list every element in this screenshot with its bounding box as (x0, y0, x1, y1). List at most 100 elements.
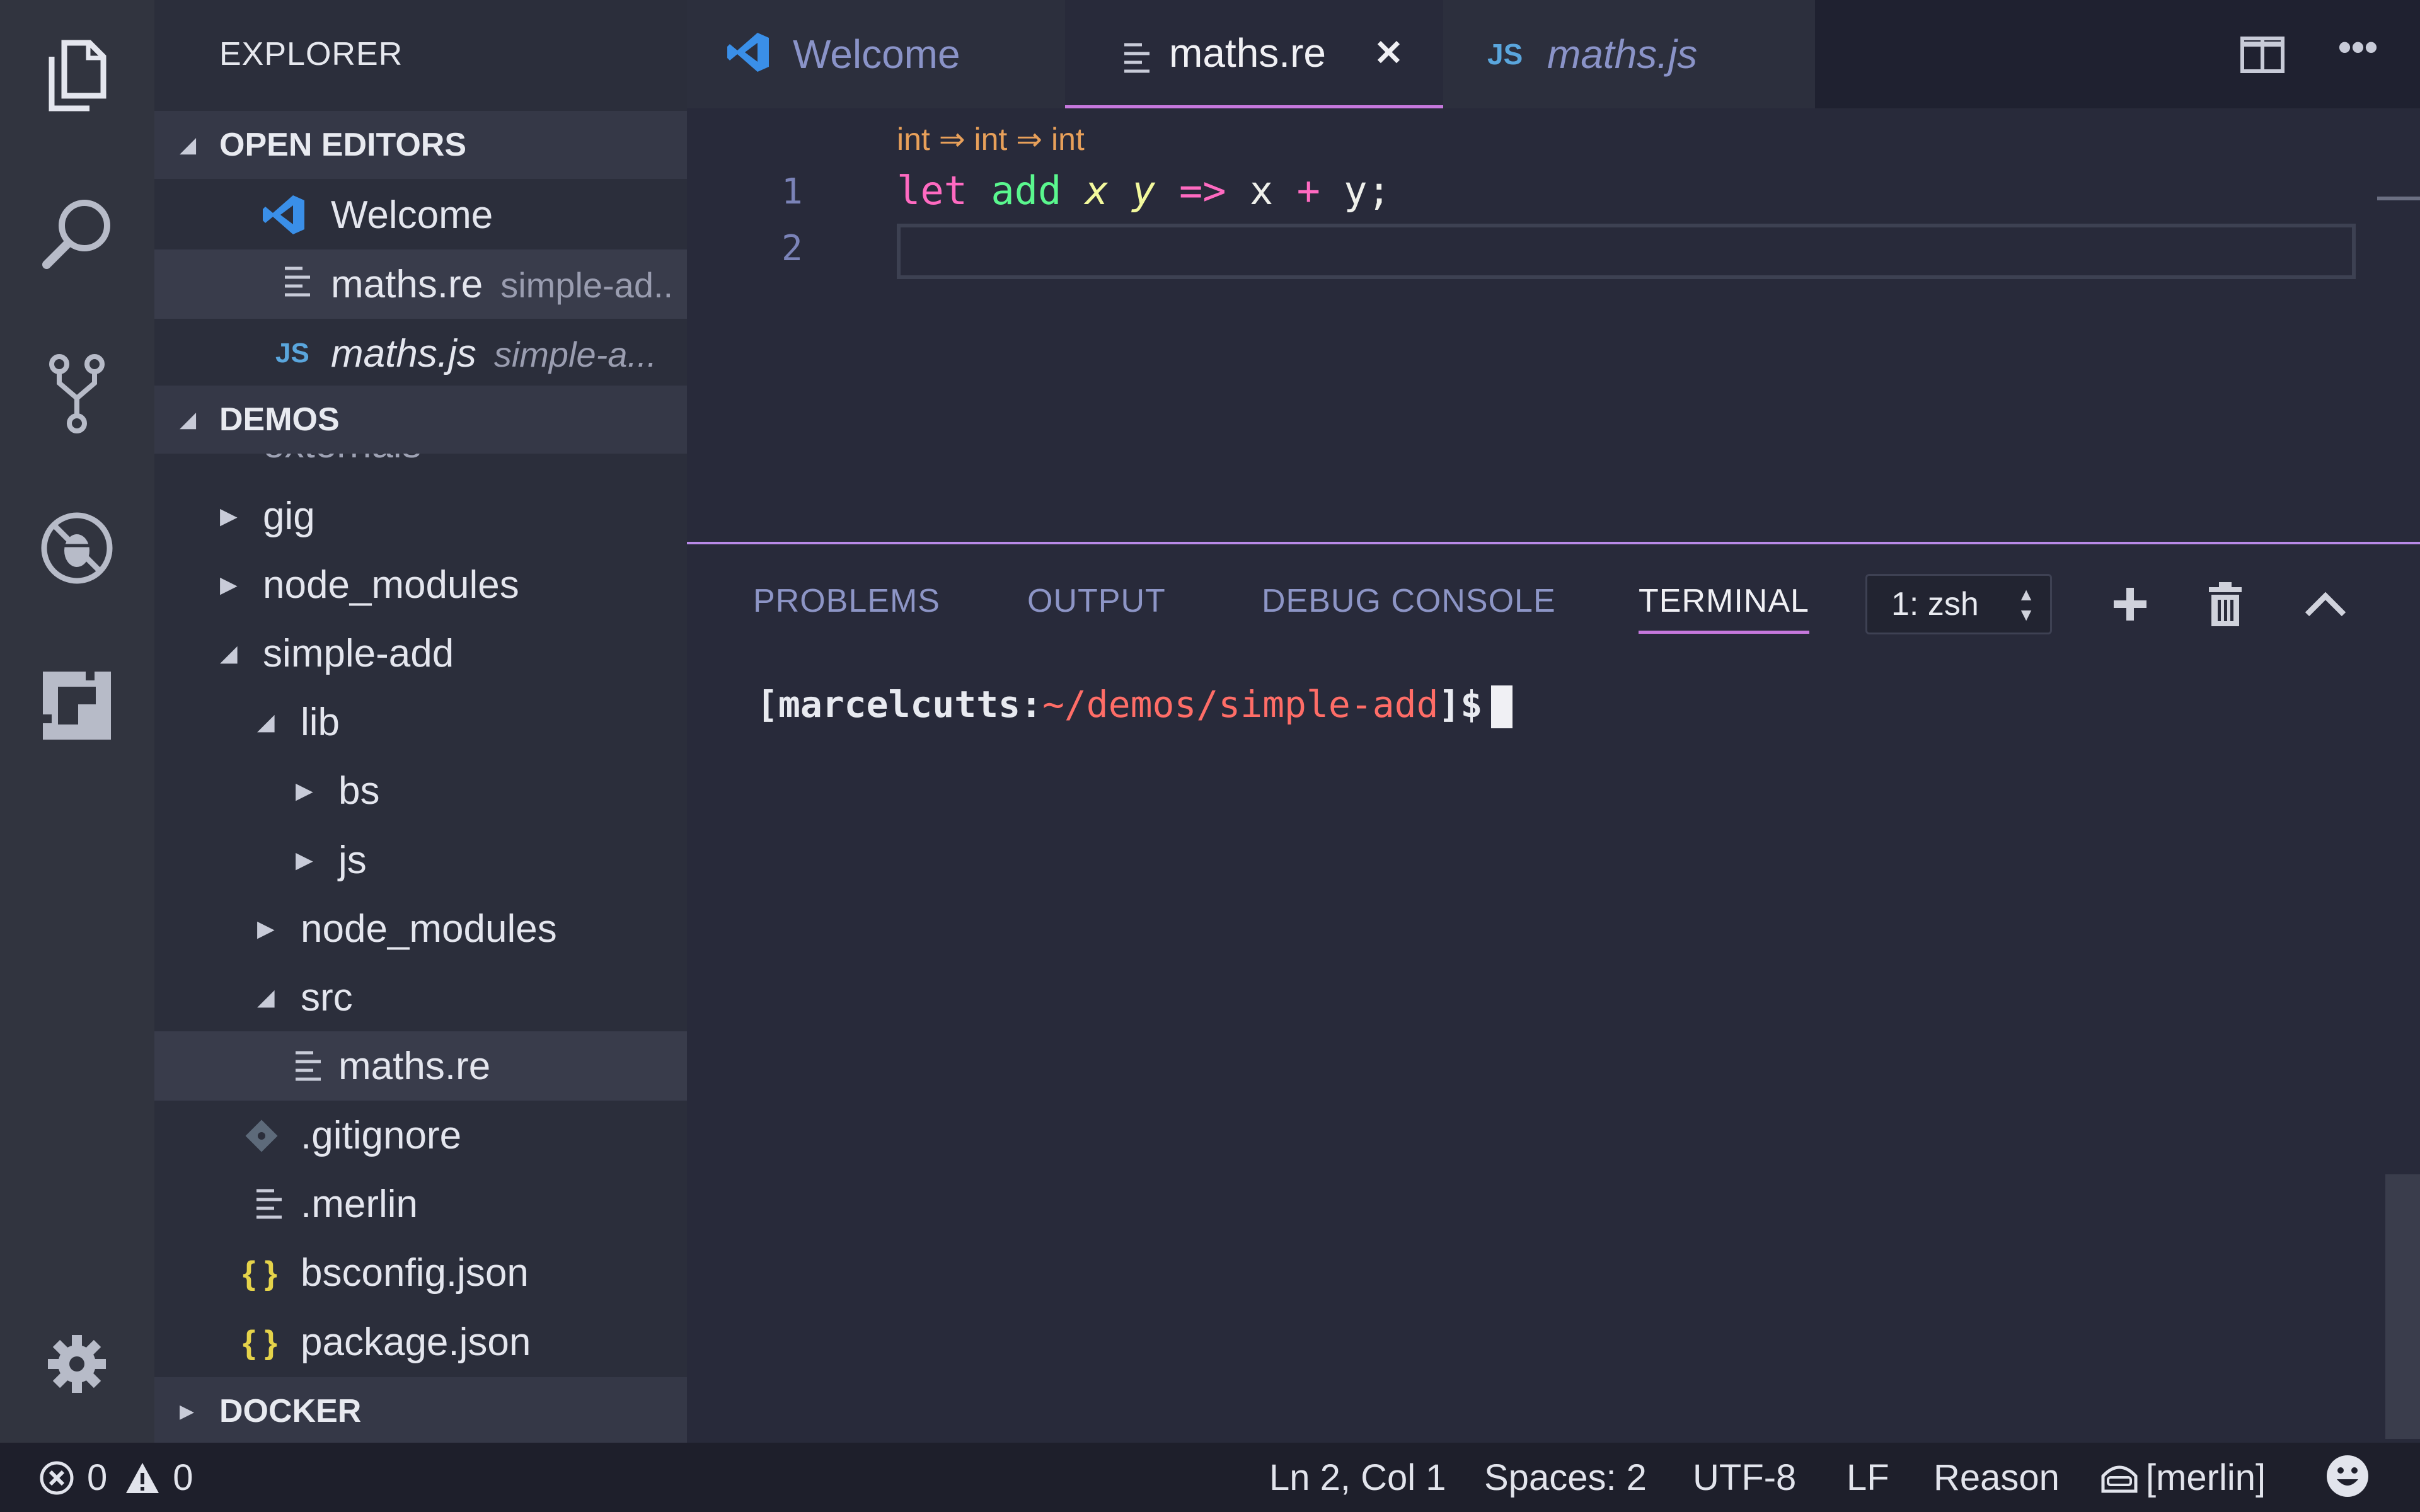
tree-item-gig[interactable]: ▶ gig (154, 481, 687, 551)
prompt-user: marcelcutts (778, 683, 1021, 726)
open-editors-label: OPEN EDITORS (219, 127, 467, 163)
merlin-icon (2101, 1465, 2138, 1492)
prompt-bracket: [ (756, 683, 778, 726)
caret-right-icon: ▶ (296, 847, 313, 873)
prompt-colon: : (1020, 683, 1042, 726)
tab-problems[interactable]: PROBLEMS (753, 582, 940, 620)
panel-scrollbar[interactable] (2385, 1174, 2420, 1439)
param-token: x (1085, 168, 1109, 214)
open-editor-hint: simple-a... (493, 334, 657, 374)
tab-label: maths.re (1169, 30, 1326, 76)
collapse-icon: ◢ (180, 133, 197, 157)
extensions-icon[interactable] (33, 662, 121, 750)
file-lines-icon (255, 1187, 283, 1230)
function-token: add (991, 168, 1062, 214)
identifier-token: y (1344, 168, 1368, 214)
maximize-panel-icon[interactable] (2297, 576, 2354, 633)
demos-header[interactable]: ◢ DEMOS (154, 386, 687, 454)
tree-item-maths-re[interactable]: maths.re (154, 1031, 687, 1101)
feedback-smiley-icon[interactable] (2325, 1454, 2370, 1498)
tree-item-label: .merlin (301, 1182, 418, 1226)
tree-item-simple-add[interactable]: ◢ simple-add (154, 619, 687, 688)
code-line-1: let add x y => x + y; (897, 168, 1391, 214)
tab-terminal[interactable]: TERMINAL (1639, 582, 1809, 634)
cursor-position[interactable]: Ln 2, Col 1 (1269, 1457, 1446, 1499)
tree-item-label: src (301, 975, 353, 1019)
caret-right-icon: ▶ (257, 915, 275, 941)
open-editor-label: maths.js (331, 331, 476, 375)
indentation[interactable]: Spaces: 2 (1484, 1457, 1647, 1499)
select-arrows-icon: ▲ ▼ (2017, 585, 2035, 624)
more-actions-icon[interactable]: ••• (2338, 25, 2378, 69)
line-ending[interactable]: LF (1847, 1457, 1889, 1499)
overview-ruler-mark (2377, 197, 2420, 200)
tree-item-node-modules[interactable]: ▶ node_modules (154, 894, 687, 963)
file-lines-icon (284, 265, 311, 308)
search-icon[interactable] (33, 189, 121, 277)
tree-item-js[interactable]: ▶ js (154, 825, 687, 895)
tree-item-bs[interactable]: ▶ bs (154, 756, 687, 825)
collapse-icon: ◢ (180, 408, 197, 432)
param-token: y (1132, 168, 1156, 214)
open-editor-hint: simple-ad.. (500, 265, 674, 305)
tree-item-label: simple-add (263, 631, 454, 675)
open-editor-maths-js[interactable]: JS maths.js simple-a... (154, 319, 687, 388)
prompt-path: ~/demos/simple-add (1042, 683, 1439, 726)
tree-item-merlin[interactable]: .merlin (154, 1169, 687, 1239)
bottom-panel: PROBLEMS OUTPUT DEBUG CONSOLE TERMINAL 1… (687, 542, 2420, 1443)
tree-item-label: .gitignore (301, 1113, 462, 1157)
merlin-status[interactable]: [merlin] (2100, 1457, 2266, 1499)
identifier-token: x (1249, 168, 1274, 214)
caret-right-icon: ▶ (180, 1400, 195, 1422)
source-control-icon[interactable] (33, 350, 121, 438)
plus-icon[interactable] (2102, 576, 2158, 633)
tree-item-lib[interactable]: ◢ lib (154, 687, 687, 757)
prompt-suffix: ]$ (1438, 683, 1483, 726)
tab-welcome[interactable]: Welcome (687, 0, 1065, 108)
files-icon[interactable] (33, 32, 121, 120)
language-mode[interactable]: Reason (1933, 1457, 2060, 1499)
activity-bar (0, 0, 154, 1443)
editor-tab-bar: Welcome maths.re ✕ JS maths.js ••• (687, 0, 2420, 108)
tree-item-src[interactable]: ◢ src (154, 963, 687, 1032)
file-lines-icon (1123, 39, 1151, 86)
problems-indicator[interactable]: 0 0 (39, 1457, 193, 1499)
line-number: 1 (781, 171, 803, 212)
terminal-output[interactable]: [marcelcutts:~/demos/simple-add]$ (756, 683, 1513, 728)
tree-item-label: bsconfig.json (301, 1251, 529, 1295)
tab-debug-console[interactable]: DEBUG CONSOLE (1262, 582, 1556, 620)
sidebar-title: EXPLORER (219, 36, 403, 72)
encoding[interactable]: UTF-8 (1693, 1457, 1796, 1499)
docker-header[interactable]: ▶ DOCKER (154, 1377, 687, 1443)
punctuation-token: ; (1367, 168, 1391, 214)
code-editor[interactable]: int ⇒ int ⇒ int 1 2 let add x y => x + y… (687, 108, 2420, 542)
open-editor-label: Welcome (331, 193, 493, 237)
tree-item-label: gig (263, 494, 315, 538)
tab-maths-re[interactable]: maths.re ✕ (1065, 0, 1443, 108)
tree-item-label: node_modules (263, 563, 519, 607)
javascript-icon: JS (275, 338, 309, 369)
current-line-highlight (897, 224, 2356, 279)
tree-item-gitignore[interactable]: .gitignore (154, 1101, 687, 1170)
tree-item-label: package.json (301, 1320, 531, 1364)
open-editor-maths-re[interactable]: maths.re simple-ad.. (154, 249, 687, 319)
tab-maths-js[interactable]: JS maths.js (1443, 0, 1815, 108)
tree-item-bsconfig[interactable]: { } bsconfig.json (154, 1238, 687, 1307)
open-editors-header[interactable]: ◢ OPEN EDITORS (154, 111, 687, 179)
tree-item-label: maths.re (338, 1044, 491, 1088)
open-editor-label: maths.re (331, 262, 483, 306)
line-number: 2 (781, 228, 803, 269)
tree-item-label: lib (301, 700, 340, 744)
split-editor-icon[interactable] (2240, 37, 2285, 76)
tree-item-package-json[interactable]: { } package.json (154, 1307, 687, 1377)
vscode-icon (262, 194, 306, 244)
tree-item-node-modules[interactable]: ▶ node_modules (154, 550, 687, 619)
gear-icon[interactable] (33, 1320, 121, 1408)
tab-output[interactable]: OUTPUT (1027, 582, 1166, 620)
warning-icon (126, 1462, 159, 1493)
debug-icon[interactable] (33, 504, 121, 592)
trash-icon[interactable] (2197, 576, 2254, 633)
open-editor-welcome[interactable]: Welcome (154, 180, 687, 249)
terminal-select[interactable]: 1: zsh ▲ ▼ (1865, 574, 2052, 634)
close-icon[interactable]: ✕ (1374, 32, 1403, 74)
